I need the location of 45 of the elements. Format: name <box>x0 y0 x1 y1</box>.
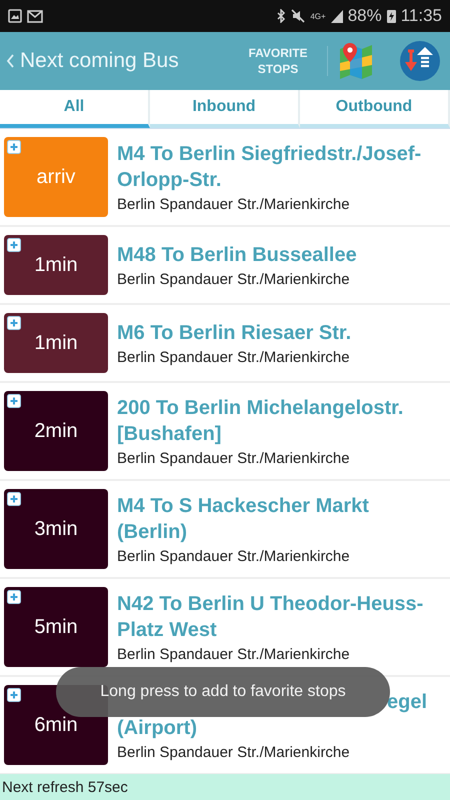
add-icon[interactable] <box>7 688 21 702</box>
mute-icon <box>291 9 306 23</box>
route-title: M48 To Berlin Busseallee <box>117 243 358 268</box>
add-icon[interactable] <box>7 238 21 252</box>
map-pin-icon[interactable] <box>338 41 374 81</box>
stop-name: Berlin Spandauer Str./Marienkirche <box>117 646 351 663</box>
arrival-time: 5min <box>34 616 78 638</box>
stop-name: Berlin Spandauer Str./Marienkirche <box>117 349 351 366</box>
route-title-fragment: (Airport) <box>117 716 198 741</box>
arrival-row[interactable]: 2min 200 To Berlin Michelangelostr. [Bushafen] Berlin Spandauer Str./Marienkirche <box>0 383 450 481</box>
stop-name: Berlin Spandauer Str./Marienkirche <box>117 271 351 288</box>
route-title: M6 To Berlin Riesaer Str. <box>117 321 352 346</box>
route-title: N42 To Berlin U Theodor-Heuss-Platz West <box>117 592 424 643</box>
mail-icon <box>27 10 43 22</box>
battery-level: 88% <box>348 6 382 26</box>
back-icon <box>6 53 15 69</box>
route-title: M4 To S Hackescher Markt (Berlin) <box>117 494 370 545</box>
clock: 11:35 <box>400 6 442 26</box>
sort-icon[interactable] <box>400 41 440 81</box>
arrival-row[interactable]: 1min M6 To Berlin Riesaer Str. Berlin Spandauer Str./Marienkirche <box>0 305 450 383</box>
bluetooth-icon <box>276 9 286 23</box>
gallery-icon <box>8 9 22 23</box>
arrival-time: 2min <box>34 420 78 442</box>
stop-name: Berlin Spandauer Str./Marienkirche <box>117 450 351 467</box>
refresh-status: Next refresh 57sec <box>0 774 450 800</box>
arrival-time: 1min <box>34 332 78 354</box>
arrival-time: arriv <box>36 166 76 188</box>
stop-name: Berlin Spandauer Str./Marienkirche <box>117 744 351 761</box>
stop-name: Berlin Spandauer Str./Marienkirche <box>117 548 351 565</box>
add-icon[interactable] <box>7 316 21 330</box>
add-icon[interactable] <box>7 590 21 604</box>
route-title-fragment: egel <box>387 690 428 715</box>
stop-name: Berlin Spandauer Str./Marienkirche <box>117 196 351 213</box>
route-title: 200 To Berlin Michelangelostr. [Bushafen] <box>117 396 404 447</box>
battery-icon <box>386 9 396 23</box>
arrival-time: 3min <box>34 518 78 540</box>
arrival-row[interactable]: arriv M4 To Berlin Siegfriedstr./Josef-Orlopp-Str. Berlin Spandauer Str./Marienkirche <box>0 129 450 227</box>
add-icon[interactable] <box>7 492 21 506</box>
add-icon[interactable] <box>7 394 21 408</box>
arrival-row[interactable]: 3min M4 To S Hackescher Markt (Berlin) Berlin Spandauer Str./Marienkirche <box>0 481 450 579</box>
route-title: M4 To Berlin Siegfriedstr./Josef-Orlopp-Str. <box>117 142 422 193</box>
arrival-row[interactable]: 1min M48 To Berlin Busseallee Berlin Spandauer Str./Marienkirche <box>0 227 450 305</box>
network-label: 4G+ <box>310 12 326 20</box>
arrival-time: 1min <box>34 254 78 276</box>
signal-icon <box>330 10 343 22</box>
